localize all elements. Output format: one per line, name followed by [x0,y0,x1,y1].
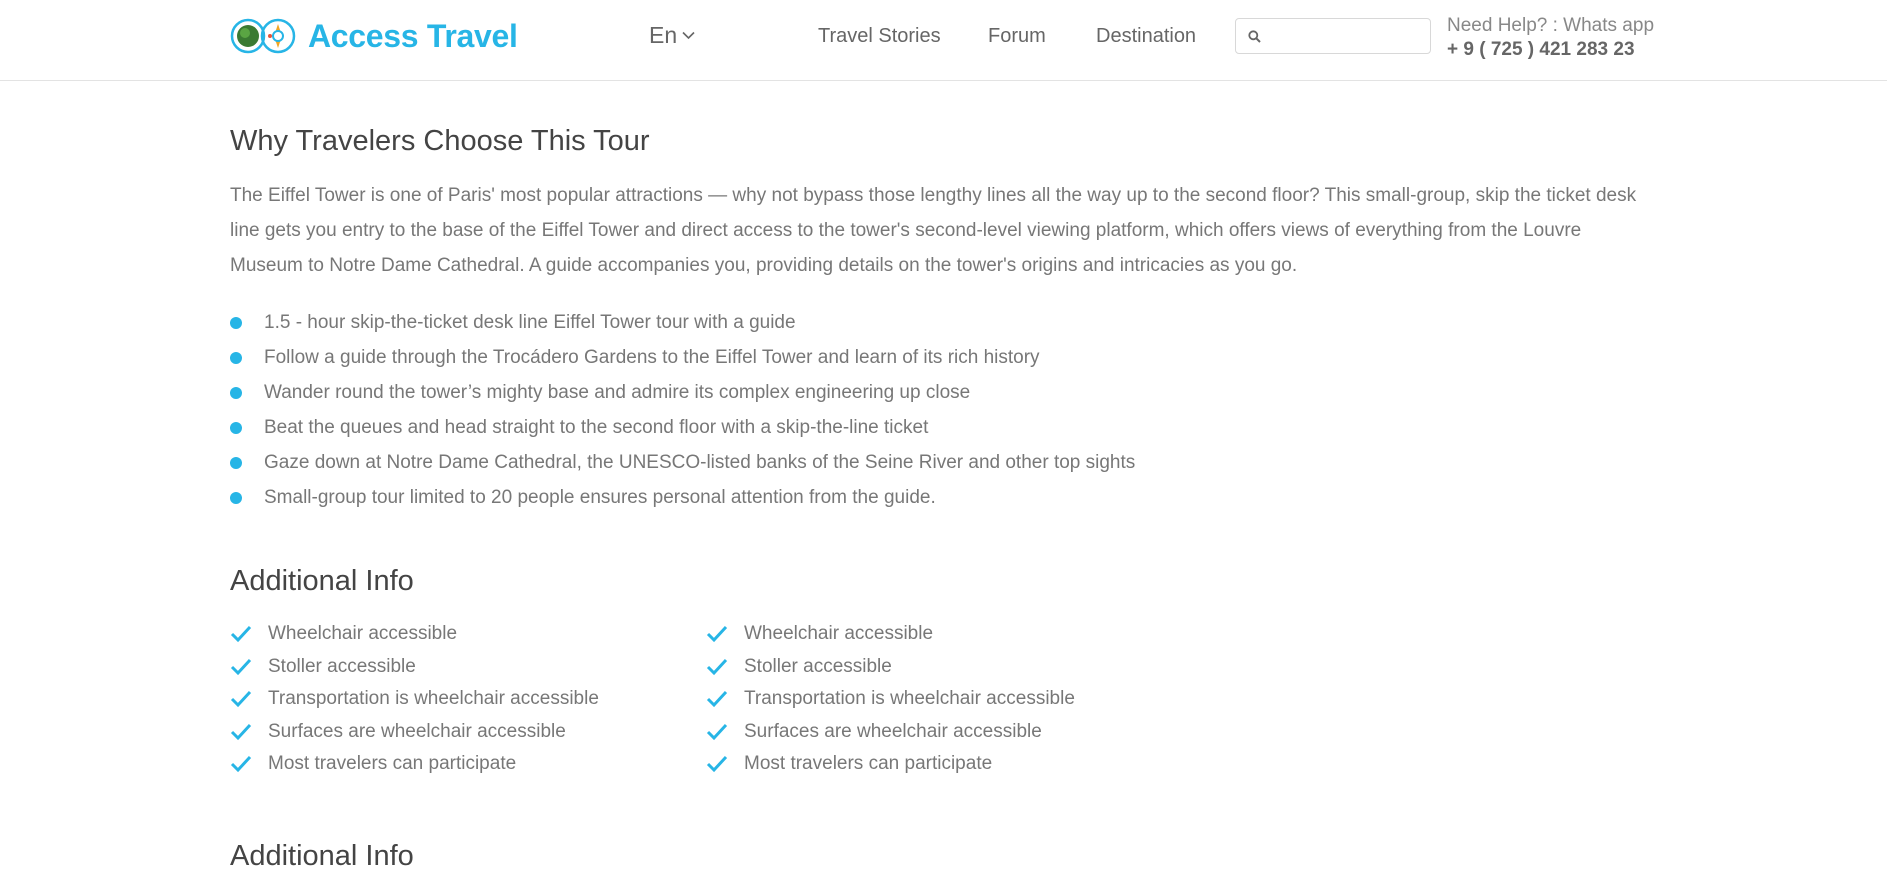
additional-info-heading: Additional Info [230,565,414,597]
info-item: Most travelers can participate [230,748,599,781]
info-item-text: Most travelers can participate [268,753,517,774]
additional-info-column-right: Wheelchair accessible Stoller accessible… [706,618,1075,781]
nav-destination[interactable]: Destination [1096,25,1196,48]
highlight-text: Follow a guide through the Trocádero Gar… [264,347,1040,368]
check-icon [230,658,252,675]
check-icon [230,755,252,773]
highlights-list: 1.5 - hour skip-the-ticket desk line Eif… [230,305,1660,515]
highlight-item: Wander round the tower’s mighty base and… [230,375,1660,410]
help-phone-number[interactable]: + 9 ( 725 ) 421 283 23 [1447,39,1635,61]
check-icon [706,690,728,708]
highlight-text: Gaze down at Notre Dame Cathedral, the U… [264,452,1136,473]
brand-name: Access Travel [308,17,518,54]
info-item-text: Stoller accessible [268,655,416,677]
search-input[interactable] [1267,26,1421,46]
check-icon [706,658,728,675]
chevron-down-icon [682,31,695,40]
info-item-text: Wheelchair accessible [268,623,458,644]
main-content: Why Travelers Choose This Tour The Eiffe… [230,125,1660,873]
check-icon [230,723,252,740]
additional-info-heading-2: Additional Info [230,840,414,872]
info-item: Transportation is wheelchair accessible [230,683,599,716]
info-item: Surfaces are wheelchair accessible [230,716,599,749]
check-icon [706,755,728,773]
info-item-text: Surfaces are wheelchair accessible [744,720,1042,742]
info-item-text: Transportation is wheelchair accessible [744,688,1075,709]
bullet-dot-icon [230,317,242,329]
bullet-dot-icon [230,387,242,399]
info-item: Stoller accessible [706,651,1075,684]
info-item-text: Most travelers can participate [744,753,993,774]
info-item: Stoller accessible [230,651,599,684]
info-item: Most travelers can participate [706,748,1075,781]
highlight-text: Beat the queues and head straight to the… [264,417,929,438]
info-item-text: Transportation is wheelchair accessible [268,688,599,709]
tour-description: The Eiffel Tower is one of Paris' most p… [230,185,1637,276]
check-icon [230,625,252,643]
highlight-item: Follow a guide through the Trocádero Gar… [230,340,1660,375]
info-item-text: Wheelchair accessible [744,623,934,644]
info-item: Surfaces are wheelchair accessible [706,716,1075,749]
search-box[interactable] [1235,18,1431,54]
info-item-text: Stoller accessible [744,655,892,677]
info-item: Wheelchair accessible [230,618,599,651]
search-icon [1248,29,1261,43]
highlight-item: Gaze down at Notre Dame Cathedral, the U… [230,445,1660,480]
language-label: En [649,22,678,48]
highlight-item: Beat the queues and head straight to the… [230,410,1660,445]
highlight-text: 1.5 - hour skip-the-ticket desk line Eif… [264,312,796,333]
tour-heading: Why Travelers Choose This Tour [230,125,650,157]
brand-logo[interactable]: Access Travel [230,16,518,56]
highlight-item: Small-group tour limited to 20 people en… [230,480,1660,515]
help-label: Need Help? : Whats app [1447,15,1655,36]
highlight-item: 1.5 - hour skip-the-ticket desk line Eif… [230,305,1660,340]
info-item: Wheelchair accessible [706,618,1075,651]
nav-forum[interactable]: Forum [988,25,1046,48]
check-icon [706,723,728,740]
site-header: Access Travel En Travel Stories Forum De… [0,0,1887,81]
info-item: Transportation is wheelchair accessible [706,683,1075,716]
highlight-text: Small-group tour limited to 20 people en… [264,487,936,508]
additional-info-column-left: Wheelchair accessible Stoller accessible… [230,618,599,781]
bullet-dot-icon [230,352,242,364]
check-icon [706,625,728,643]
language-selector[interactable]: En [649,22,695,49]
info-item-text: Surfaces are wheelchair accessible [268,720,566,742]
globe-and-compass-icon [230,18,296,54]
bullet-dot-icon [230,457,242,469]
check-icon [230,690,252,708]
additional-info-grid: Wheelchair accessible Stoller accessible… [230,618,1660,788]
bullet-dot-icon [230,492,242,504]
bullet-dot-icon [230,422,242,434]
nav-travel-stories[interactable]: Travel Stories [818,25,941,48]
highlight-text: Wander round the tower’s mighty base and… [264,382,971,403]
